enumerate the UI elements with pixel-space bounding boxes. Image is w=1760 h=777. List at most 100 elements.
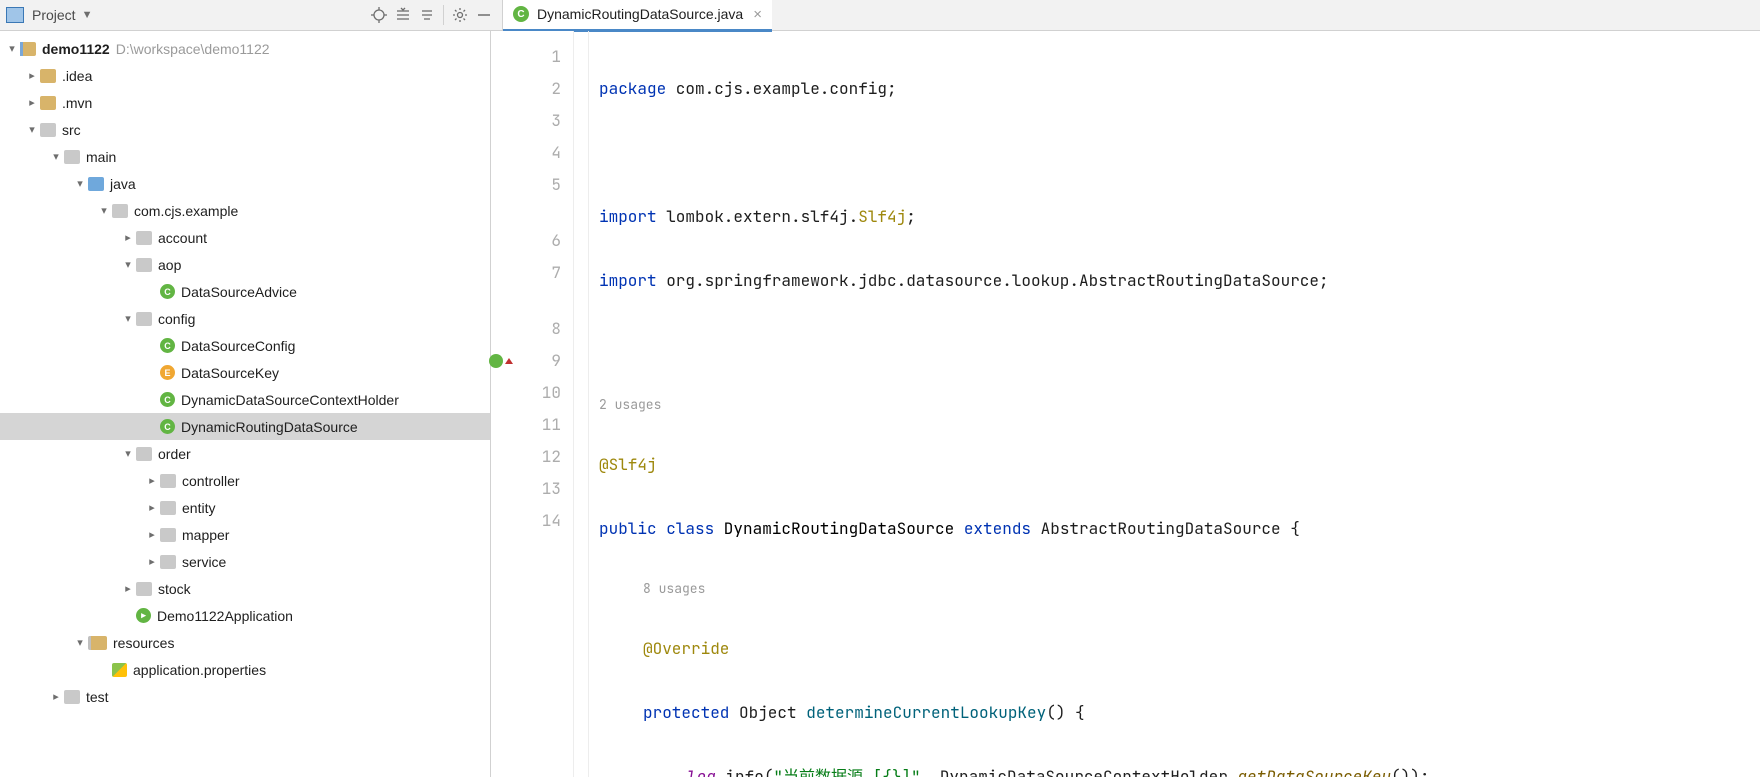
project-tree[interactable]: ▾ demo1122 D:\workspace\demo1122 ▸ .idea… bbox=[0, 31, 491, 777]
tree-item-order[interactable]: ▾ order bbox=[0, 440, 490, 467]
folder-icon bbox=[64, 690, 80, 704]
package-icon bbox=[136, 258, 152, 272]
tree-label: controller bbox=[182, 473, 240, 489]
tree-item-entity[interactable]: ▸ entity bbox=[0, 494, 490, 521]
properties-file-icon bbox=[112, 663, 127, 677]
tree-item-mvn[interactable]: ▸ .mvn bbox=[0, 89, 490, 116]
gear-icon[interactable] bbox=[449, 4, 471, 26]
chevron-down-icon[interactable]: ▾ bbox=[4, 42, 20, 55]
code-line[interactable]: import lombok.extern.slf4j.Slf4j; bbox=[599, 201, 1760, 233]
locate-icon[interactable] bbox=[368, 4, 390, 26]
chevron-down-icon[interactable]: ▾ bbox=[120, 258, 136, 271]
chevron-right-icon[interactable]: ▸ bbox=[144, 528, 160, 541]
fold-column[interactable] bbox=[574, 31, 589, 777]
line-number: 11 bbox=[491, 409, 561, 441]
override-gutter-icon[interactable] bbox=[489, 354, 503, 368]
code-line[interactable]: import org.springframework.jdbc.datasour… bbox=[599, 265, 1760, 297]
usages-hint[interactable]: 8 usages bbox=[599, 577, 1760, 601]
tree-item-src[interactable]: ▾ src bbox=[0, 116, 490, 143]
code-line[interactable]: @Override bbox=[599, 633, 1760, 665]
tree-item-idea[interactable]: ▸ .idea bbox=[0, 62, 490, 89]
folder-icon bbox=[40, 69, 56, 83]
gutter-spacer bbox=[491, 201, 561, 225]
line-number: 5 bbox=[491, 169, 561, 201]
close-tab-icon[interactable]: × bbox=[753, 7, 762, 22]
tree-item-dynctxholder[interactable]: C DynamicDataSourceContextHolder bbox=[0, 386, 490, 413]
tree-label: .idea bbox=[62, 68, 92, 84]
line-number: 13 bbox=[491, 473, 561, 505]
source-folder-icon bbox=[88, 177, 104, 191]
line-number: 8 bbox=[491, 313, 561, 345]
chevron-right-icon[interactable]: ▸ bbox=[48, 690, 64, 703]
project-view-dropdown-icon[interactable]: ▼ bbox=[82, 9, 93, 21]
code-line[interactable] bbox=[599, 137, 1760, 169]
tree-item-dynrouting-selected[interactable]: C DynamicRoutingDataSource bbox=[0, 413, 490, 440]
package-icon bbox=[136, 231, 152, 245]
tree-label: config bbox=[158, 311, 195, 327]
editor-tab-filename: DynamicRoutingDataSource.java bbox=[537, 6, 743, 22]
toolbar-separator bbox=[443, 5, 444, 25]
tree-label: com.cjs.example bbox=[134, 203, 238, 219]
line-number: 10 bbox=[491, 377, 561, 409]
chevron-down-icon[interactable]: ▾ bbox=[96, 204, 112, 217]
tree-label: Demo1122Application bbox=[157, 608, 293, 624]
code-area[interactable]: package com.cjs.example.config; import l… bbox=[589, 31, 1760, 777]
tree-label: DataSourceKey bbox=[181, 365, 279, 381]
tree-label: main bbox=[86, 149, 116, 165]
tree-item-demoapp[interactable]: ▸ Demo1122Application bbox=[0, 602, 490, 629]
project-view-label[interactable]: Project bbox=[32, 7, 76, 23]
chevron-down-icon[interactable]: ▾ bbox=[72, 636, 88, 649]
tree-item-datasourceadvice[interactable]: C DataSourceAdvice bbox=[0, 278, 490, 305]
chevron-down-icon[interactable]: ▾ bbox=[24, 123, 40, 136]
chevron-down-icon[interactable]: ▾ bbox=[120, 447, 136, 460]
line-number: 1 bbox=[491, 41, 561, 73]
chevron-right-icon[interactable]: ▸ bbox=[24, 96, 40, 109]
chevron-down-icon[interactable]: ▾ bbox=[48, 150, 64, 163]
tree-item-test[interactable]: ▸ test bbox=[0, 683, 490, 710]
code-line[interactable]: log.info("当前数据源 [{}]", DynamicDataSource… bbox=[599, 761, 1760, 777]
editor-gutter: 1 2 3 4 5 6 7 8 9 10 11 12 13 14 bbox=[491, 31, 574, 777]
tree-item-resources[interactable]: ▾ resources bbox=[0, 629, 490, 656]
expand-all-icon[interactable] bbox=[392, 4, 414, 26]
tree-item-datasourcekey[interactable]: E DataSourceKey bbox=[0, 359, 490, 386]
chevron-down-icon[interactable]: ▾ bbox=[72, 177, 88, 190]
tree-label: account bbox=[158, 230, 207, 246]
editor-tab-active[interactable]: C DynamicRoutingDataSource.java × bbox=[503, 0, 772, 32]
java-class-icon: C bbox=[160, 419, 175, 434]
code-line[interactable]: protected Object determineCurrentLookupK… bbox=[599, 697, 1760, 729]
tree-item-appprops[interactable]: application.properties bbox=[0, 656, 490, 683]
tree-item-config[interactable]: ▾ config bbox=[0, 305, 490, 332]
code-line[interactable]: public class DynamicRoutingDataSource ex… bbox=[599, 513, 1760, 545]
tree-item-account[interactable]: ▸ account bbox=[0, 224, 490, 251]
tree-item-main[interactable]: ▾ main bbox=[0, 143, 490, 170]
tree-label: service bbox=[182, 554, 226, 570]
tree-root[interactable]: ▾ demo1122 D:\workspace\demo1122 bbox=[0, 35, 490, 62]
tree-item-mapper[interactable]: ▸ mapper bbox=[0, 521, 490, 548]
tree-item-stock[interactable]: ▸ stock bbox=[0, 575, 490, 602]
code-line[interactable]: package com.cjs.example.config; bbox=[599, 73, 1760, 105]
chevron-right-icon[interactable]: ▸ bbox=[144, 474, 160, 487]
tree-item-aop[interactable]: ▾ aop bbox=[0, 251, 490, 278]
code-editor[interactable]: 1 2 3 4 5 6 7 8 9 10 11 12 13 14 package… bbox=[491, 31, 1760, 777]
code-line[interactable]: @Slf4j bbox=[599, 449, 1760, 481]
tree-label: demo1122 bbox=[42, 41, 110, 57]
tree-item-controller[interactable]: ▸ controller bbox=[0, 467, 490, 494]
folder-icon bbox=[64, 150, 80, 164]
line-number: 14 bbox=[491, 505, 561, 537]
chevron-right-icon[interactable]: ▸ bbox=[144, 555, 160, 568]
collapse-all-icon[interactable] bbox=[416, 4, 438, 26]
tree-item-package[interactable]: ▾ com.cjs.example bbox=[0, 197, 490, 224]
tree-item-datasourceconfig[interactable]: C DataSourceConfig bbox=[0, 332, 490, 359]
tree-item-java[interactable]: ▾ java bbox=[0, 170, 490, 197]
chevron-down-icon[interactable]: ▾ bbox=[120, 312, 136, 325]
chevron-right-icon[interactable]: ▸ bbox=[144, 501, 160, 514]
tree-item-service[interactable]: ▸ service bbox=[0, 548, 490, 575]
folder-icon bbox=[40, 123, 56, 137]
chevron-right-icon[interactable]: ▸ bbox=[24, 69, 40, 82]
chevron-right-icon[interactable]: ▸ bbox=[120, 231, 136, 244]
code-line[interactable] bbox=[599, 329, 1760, 361]
chevron-right-icon[interactable]: ▸ bbox=[120, 582, 136, 595]
hide-panel-icon[interactable] bbox=[473, 4, 495, 26]
usages-hint[interactable]: 2 usages bbox=[599, 393, 1760, 417]
package-icon bbox=[136, 312, 152, 326]
